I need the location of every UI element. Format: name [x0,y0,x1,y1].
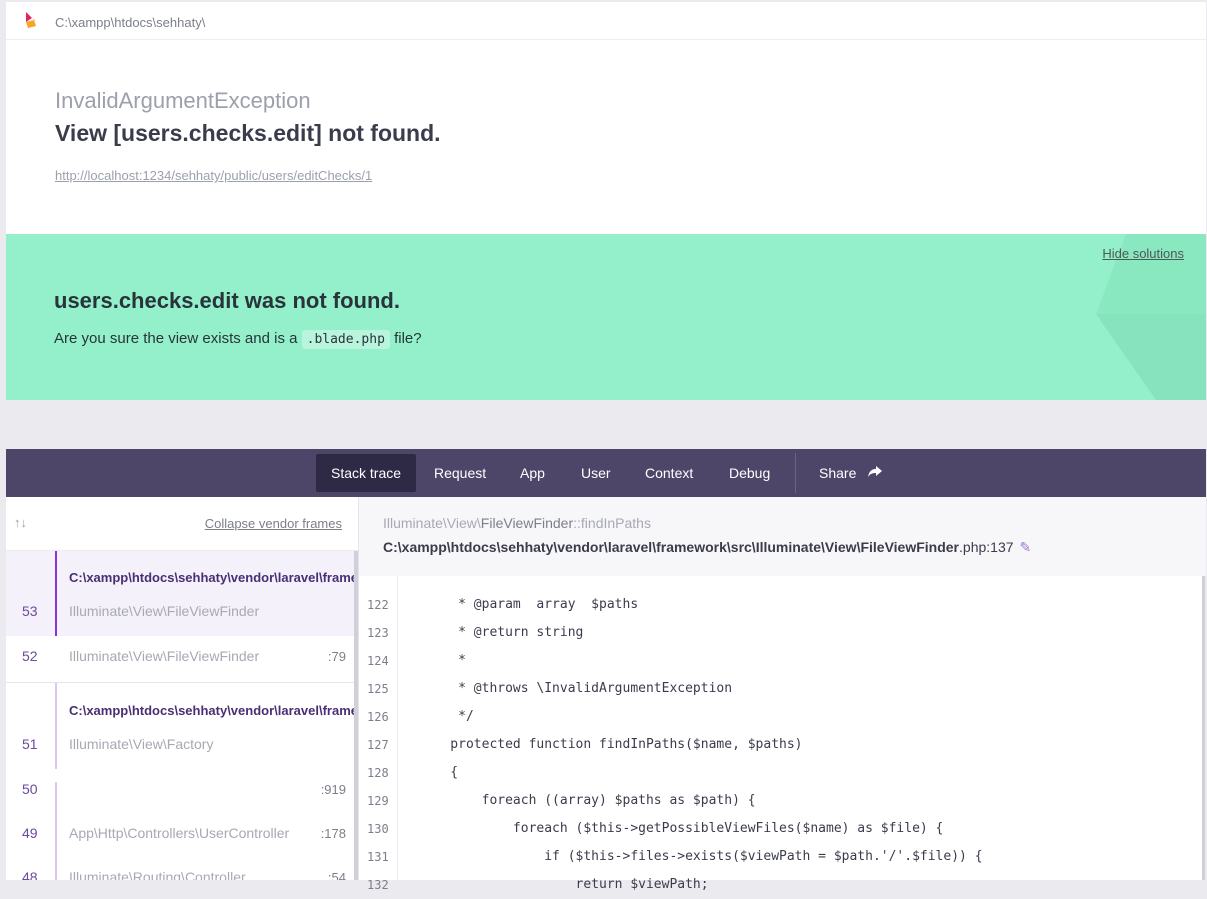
stack-frame[interactable]: 50 :919 [6,769,356,814]
line-number: 129 [367,794,389,808]
frame-class: Illuminate\View\Factory [69,736,214,752]
detail-method: ::findInPaths [573,515,651,531]
stack-frame[interactable]: 52 Illuminate\View\FileViewFinder :79 [6,636,356,683]
frame-file: C:\xampp\htdocs\sehhaty\vendor\laravel\f… [69,703,358,718]
exception-class: InvalidArgumentException [55,88,311,113]
frame-group-bar [55,782,57,814]
line-source: foreach ((array) $paths as $path) { [419,793,756,808]
detail-class-name: FileViewFinder [480,515,574,531]
detail-class-prefix: Illuminate\View\ [383,515,481,531]
frame-group-bar [55,551,57,636]
line-source: protected function findInPaths($name, $p… [419,737,803,752]
tab-share[interactable]: Share [804,454,897,492]
line-number: 127 [367,738,389,752]
stack-frames-panel: ↑↓ Collapse vendor frames C:\xampp\htdoc… [6,497,359,880]
frame-number: 50 [22,781,38,797]
line-source: * [419,653,466,668]
frame-number: 52 [22,648,38,664]
line-source: if ($this->files->exists($viewPath = $pa… [419,849,983,864]
line-source: * @throws \InvalidArgumentException [419,681,733,696]
frame-detail-class: Illuminate\View\FileViewFinder::findInPa… [383,515,651,531]
line-source: foreach ($this->getPossibleViewFiles($na… [419,821,944,836]
solution-panel: Hide solutions users.checks.edit was not… [6,234,1206,400]
frame-class: Illuminate\View\FileViewFinder [69,603,260,619]
tab-separator [795,453,796,493]
tab-user[interactable]: User [566,454,626,492]
stack-frame[interactable]: C:\xampp\htdocs\sehhaty\vendor\laravel\f… [6,683,358,769]
line-number: 124 [367,654,389,668]
line-number: 126 [367,710,389,724]
code-snippet: 122 * @param array $paths 123 * @return … [359,576,1202,892]
request-url-link[interactable]: http://localhost:1234/sehhaty/public/use… [55,168,372,183]
solution-title: users.checks.edit was not found. [54,288,400,313]
code-scrollbar[interactable] [1202,576,1205,880]
frame-detail-header: Illuminate\View\FileViewFinder::findInPa… [359,497,1206,576]
edit-pencil-icon[interactable]: ✎ [1020,539,1032,555]
ignition-logo-icon [26,12,36,28]
tab-debug[interactable]: Debug [714,454,785,492]
project-path: C:\xampp\htdocs\sehhaty\ [55,15,206,30]
tab-bar: Stack trace Request App User Context Deb… [6,449,1206,497]
frame-line: :919 [320,782,346,797]
frame-group-bar [55,683,57,769]
line-number: 123 [367,626,389,640]
detail-file-path: C:\xampp\htdocs\sehhaty\vendor\laravel\f… [383,539,960,555]
frame-number: 53 [22,603,38,619]
tab-context[interactable]: Context [630,454,708,492]
frame-line: :178 [320,826,346,841]
line-number: 132 [367,878,389,892]
frame-detail-file: C:\xampp\htdocs\sehhaty\vendor\laravel\f… [383,539,1031,556]
line-source: */ [419,709,474,724]
stack-frame[interactable]: 49 App\Http\Controllers\UserController :… [6,814,356,859]
hide-solutions-button[interactable]: Hide solutions [1102,246,1184,261]
app-header: C:\xampp\htdocs\sehhaty\ [6,2,1206,40]
frames-scrollbar[interactable] [354,551,358,880]
frame-group-bar [55,814,57,859]
solution-desc-code: .blade.php [301,330,390,349]
tab-app[interactable]: App [505,454,560,492]
frame-class: Illuminate\View\FileViewFinder [69,648,260,664]
detail-file-ext: .php:137 [959,539,1014,555]
line-number: 122 [367,598,389,612]
frame-class: App\Http\Controllers\UserController [69,825,290,841]
line-number: 131 [367,850,389,864]
tab-share-label: Share [819,465,857,481]
frame-number: 48 [22,869,38,880]
frame-line: :79 [327,649,346,664]
error-panel: InvalidArgumentException View [users.che… [6,40,1206,234]
frame-group-bar [55,859,57,880]
frame-number: 51 [22,736,38,752]
solution-description: Are you sure the view exists and is a .b… [54,330,422,349]
tab-request[interactable]: Request [419,454,501,492]
line-number: 128 [367,766,389,780]
frame-class: Illuminate\Routing\Controller [69,869,246,880]
line-source: * @param array $paths [419,597,639,612]
exception-message: View [users.checks.edit] not found. [55,120,441,146]
frames-header: ↑↓ Collapse vendor frames [6,497,358,551]
stack-frame-selected[interactable]: C:\xampp\htdocs\sehhaty\vendor\laravel\f… [6,551,358,636]
stack-frame[interactable]: 48 Illuminate\Routing\Controller :54 [6,859,356,880]
frame-file: C:\xampp\htdocs\sehhaty\vendor\laravel\f… [69,570,358,585]
line-number: 125 [367,682,389,696]
line-source: * @return string [419,625,584,640]
tab-stack-trace[interactable]: Stack trace [316,454,417,492]
frame-line: :54 [327,870,346,880]
line-source: { [419,765,459,780]
solution-desc-before: Are you sure the view exists and is a [54,330,298,347]
solution-desc-after: file? [394,330,422,347]
line-source: return $viewPath; [419,877,709,892]
frame-navigation-arrows-icon[interactable]: ↑↓ [14,515,27,530]
collapse-vendor-frames-button[interactable]: Collapse vendor frames [205,516,342,531]
line-number: 130 [367,822,389,836]
share-arrow-icon [868,466,883,477]
frame-number: 49 [22,825,38,841]
